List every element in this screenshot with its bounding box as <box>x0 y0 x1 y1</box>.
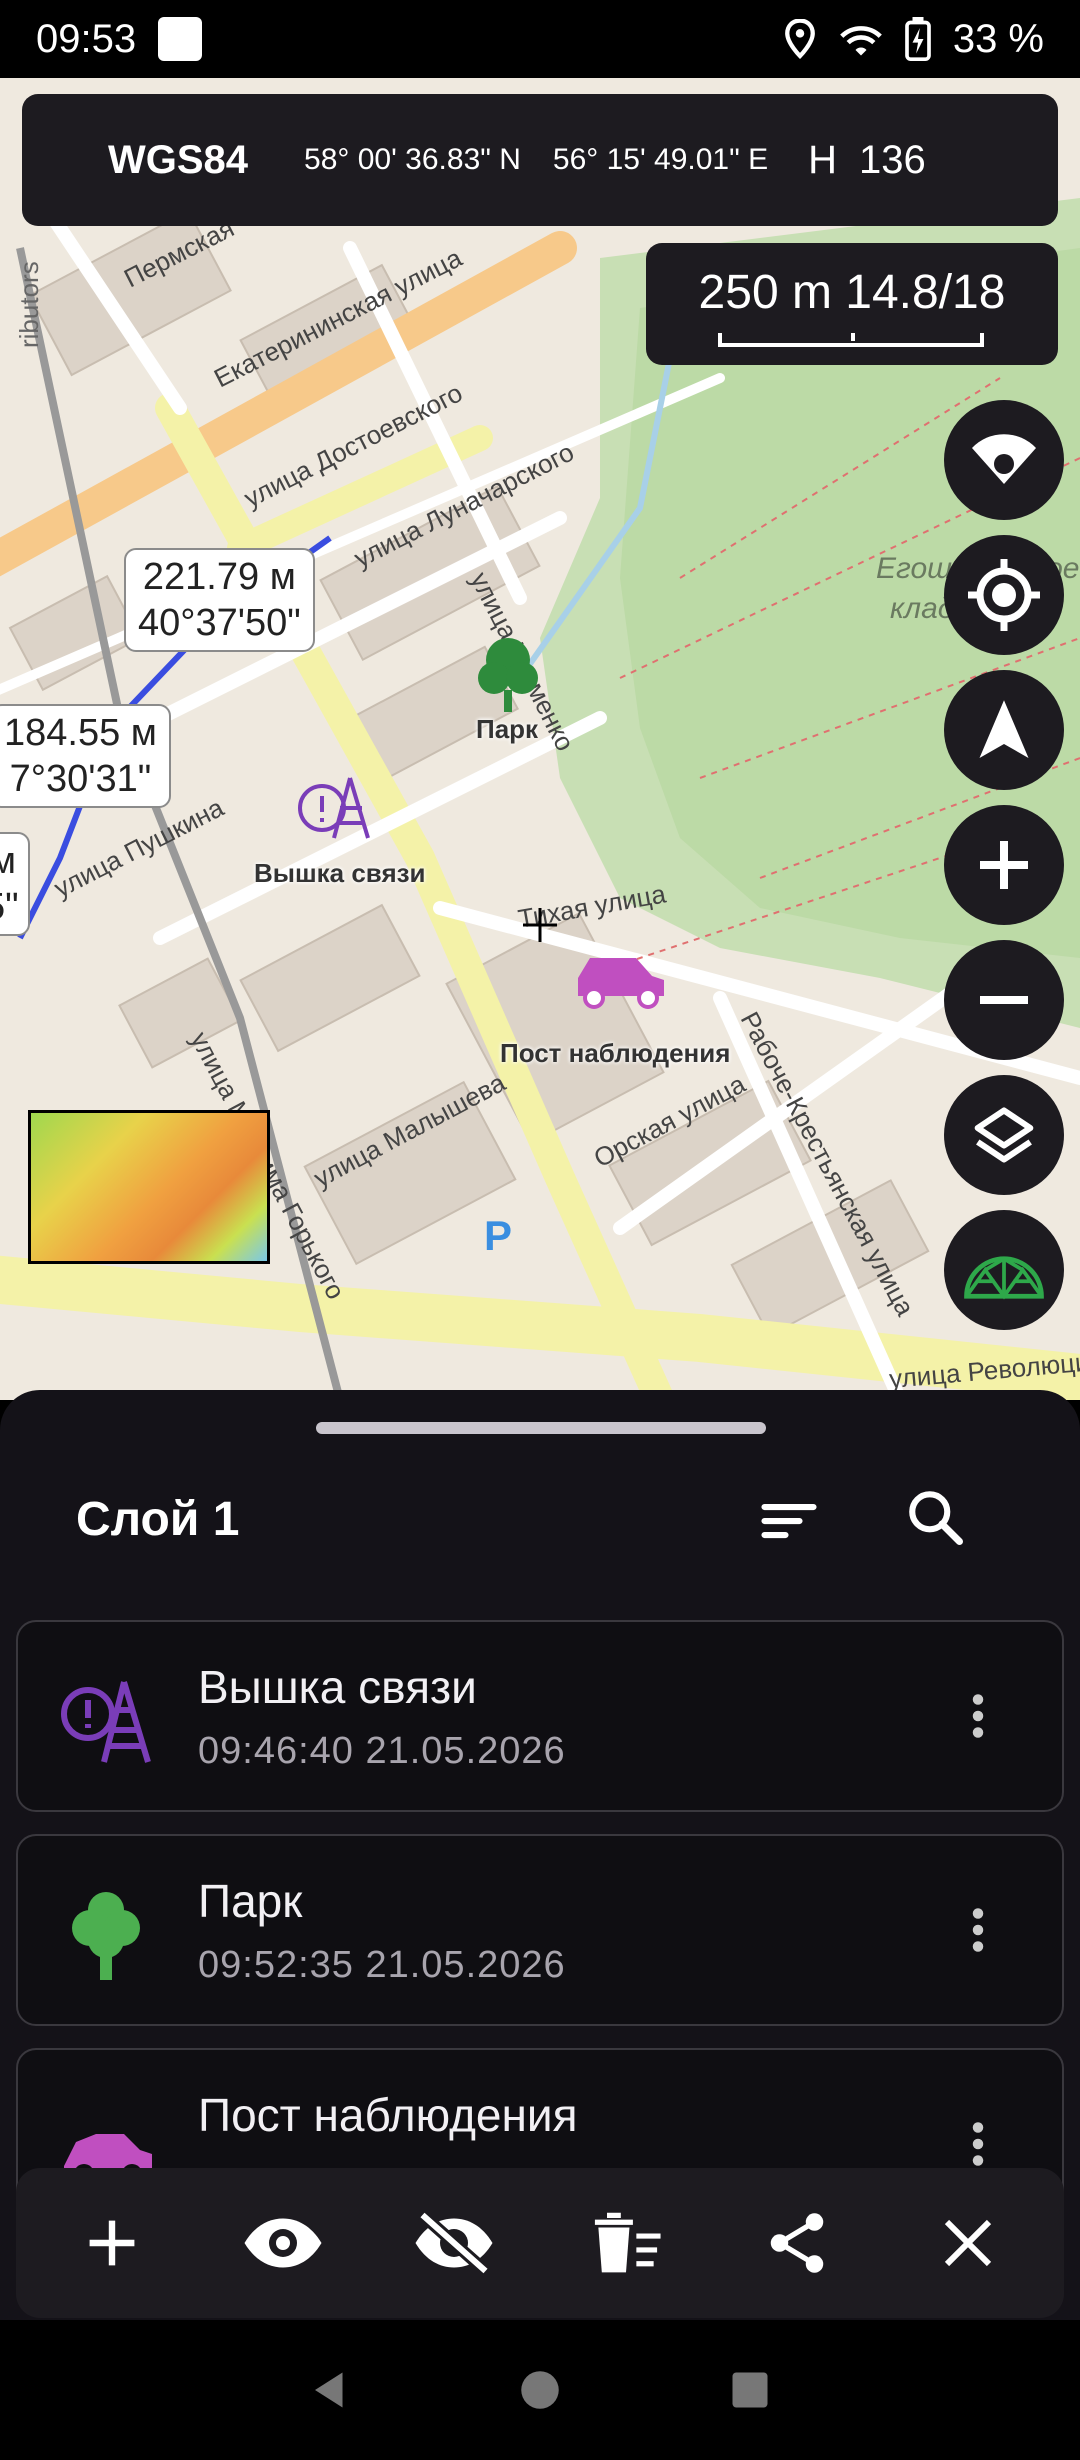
coord-system: WGS84 <box>108 137 249 182</box>
poi-label-park[interactable]: Парк <box>476 714 538 745</box>
longitude: 56° 15' 49.01" E <box>552 143 769 176</box>
close-icon <box>945 2219 992 2267</box>
hide-all-button[interactable] <box>404 2193 504 2293</box>
layer-title: Слой 1 <box>76 1493 240 1546</box>
notification-icon <box>158 17 203 61</box>
eye-off-icon <box>415 2211 493 2275</box>
minus-icon <box>980 996 1028 1004</box>
dome-icon <box>964 1256 1044 1300</box>
layers-icon <box>974 1107 1034 1163</box>
show-all-button[interactable] <box>233 2193 333 2293</box>
eye-icon <box>244 2218 322 2268</box>
plus-icon <box>980 841 1028 889</box>
item-time: 09:46:40 21.05.2026 <box>198 1730 566 1772</box>
coordinates-panel[interactable]: WGS84 58° 00' 36.83" N 56° 15' 49.01" E … <box>22 94 1058 226</box>
height-label: H <box>808 137 837 182</box>
status-time: 09:53 <box>36 16 137 61</box>
poi-label-post[interactable]: Пост наблюдения <box>500 1038 730 1069</box>
location-icon <box>784 19 815 59</box>
heatmap-overlay[interactable] <box>28 1110 270 1264</box>
close-button[interactable] <box>918 2193 1018 2293</box>
crosshair-icon <box>968 559 1040 631</box>
poi-label-tower[interactable]: Вышка связи <box>254 858 426 889</box>
svg-text:ributors: ributors <box>14 261 44 348</box>
more-vert-icon[interactable] <box>948 1686 1008 1746</box>
add-icon <box>89 2220 135 2266</box>
share-icon <box>770 2213 824 2273</box>
delete-list-icon <box>594 2212 661 2273</box>
measure-label-1: 221.79 м 40°37'50" <box>124 548 315 652</box>
wifi-icon <box>839 26 882 56</box>
back-icon[interactable] <box>305 2365 355 2415</box>
item-name: Пост наблюдения <box>198 2089 578 2141</box>
tower-poi-icon <box>298 777 370 839</box>
map-view[interactable]: Екатерининская улица улица Достоевского … <box>0 78 1080 1400</box>
zoom-out-button[interactable] <box>944 940 1064 1060</box>
recents-icon[interactable] <box>725 2365 775 2415</box>
signal-icon <box>972 434 1036 484</box>
measure-label-3: м 5" <box>0 832 30 936</box>
scale-text: 250 m 14.8/18 <box>698 266 1006 319</box>
item-name: Вышка связи <box>198 1661 477 1713</box>
layer-toolbar <box>16 2168 1064 2318</box>
my-location-button[interactable] <box>944 535 1064 655</box>
status-bar: 09:53 33 % <box>0 0 1080 78</box>
item-name: Парк <box>198 1875 303 1927</box>
drag-handle[interactable] <box>316 1422 766 1434</box>
navigation-button[interactable] <box>944 670 1064 790</box>
latitude: 58° 00' 36.83" N <box>304 143 521 176</box>
system-nav-bar <box>0 2320 1080 2460</box>
gnss-status-button[interactable] <box>944 400 1064 520</box>
measure-label-2: 184.55 м 7°30'31" <box>0 704 171 808</box>
more-vert-icon[interactable] <box>948 1900 1008 1960</box>
search-icon[interactable] <box>900 1482 970 1552</box>
share-button[interactable] <box>747 2193 847 2293</box>
list-item[interactable]: Парк 09:52:35 21.05.2026 <box>16 1834 1064 2026</box>
height-value: 136 <box>859 137 926 182</box>
tree-icon <box>72 1892 140 1980</box>
zoom-in-button[interactable] <box>944 805 1064 925</box>
battery-charging-icon <box>904 17 931 61</box>
home-icon[interactable] <box>515 2365 565 2415</box>
item-time: 09:52:35 21.05.2026 <box>198 1944 566 1986</box>
list-item[interactable]: Вышка связи 09:46:40 21.05.2026 <box>16 1620 1064 1812</box>
add-button[interactable] <box>62 2193 162 2293</box>
battery-percent: 33 % <box>952 16 1044 61</box>
delete-button[interactable] <box>576 2193 676 2293</box>
sort-icon[interactable] <box>754 1486 824 1556</box>
tower-warning-icon <box>61 1681 151 1763</box>
scale-indicator: 250 m 14.8/18 <box>646 243 1058 365</box>
layers-button[interactable] <box>944 1075 1064 1195</box>
more-vert-icon[interactable] <box>948 2114 1008 2174</box>
dome-3d-button[interactable] <box>944 1210 1064 1330</box>
navigation-arrow-icon <box>979 700 1029 758</box>
svg-text:P: P <box>484 1212 512 1259</box>
scale-bar <box>718 333 984 347</box>
